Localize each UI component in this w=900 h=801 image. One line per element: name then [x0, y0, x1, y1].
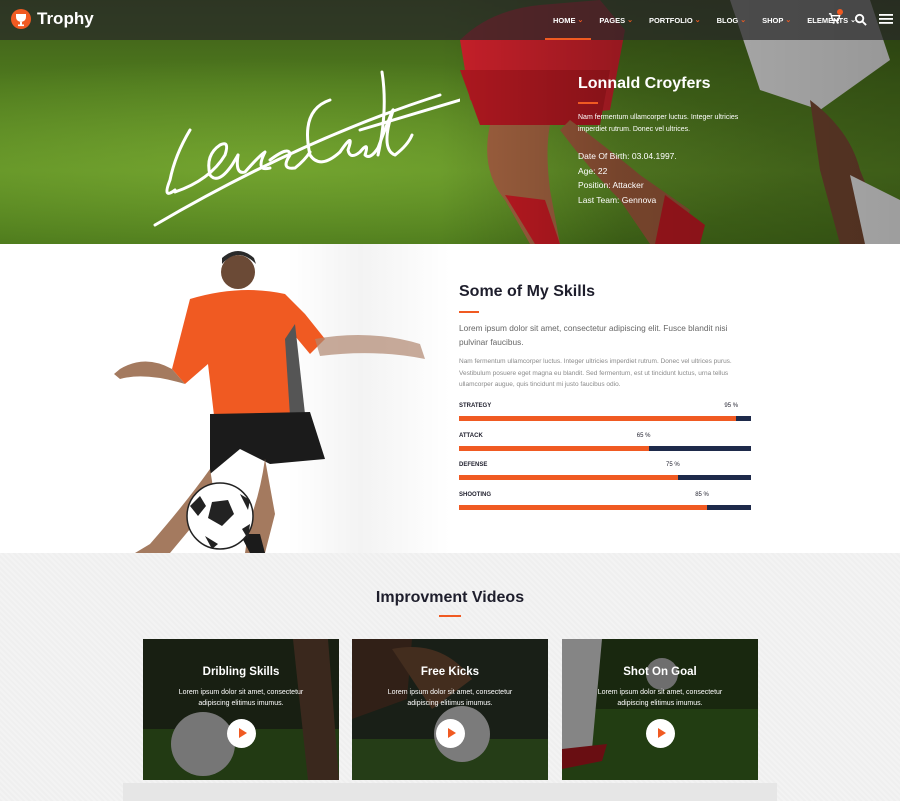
- improvement-videos-section: Improvment Videos Dribling Skills Lorem …: [0, 553, 900, 801]
- play-button[interactable]: [646, 719, 675, 748]
- nav-portfolio[interactable]: PORTFOLIO ⌄: [641, 0, 709, 40]
- video-card-dribbling[interactable]: Dribling Skills Lorem ipsum dolor sit am…: [143, 639, 339, 780]
- video-description: Lorem ipsum dolor sit amet, consectetur …: [387, 689, 513, 707]
- logo-text: Trophy: [37, 9, 94, 28]
- fact-age: Age: 22: [578, 165, 608, 176]
- nav-pages[interactable]: PAGES ⌄: [591, 0, 641, 40]
- nav-shop[interactable]: SHOP ⌄: [754, 0, 799, 40]
- player-description: Nam fermentum ullamcorper luctus. Intege…: [578, 114, 739, 133]
- skill-percent: 75 %: [666, 462, 680, 468]
- videos-title: Improvment Videos: [375, 589, 525, 606]
- hero-section: Trophy HOME ⌄ PAGES ⌄ PORTFOLIO ⌄ BLOG ⌄ SHO…: [0, 0, 900, 244]
- skill-defense: DEFENSE 75 %: [459, 461, 751, 491]
- skill-bar-fill: [459, 416, 737, 421]
- nav-blog-label: BLOG: [716, 15, 739, 25]
- video-title: Free Kicks: [420, 666, 480, 678]
- skill-percent: 85 %: [695, 491, 709, 498]
- video-card-shot-on-goal[interactable]: Shot On Goal Lorem ipsum dolor sit amet,…: [562, 639, 758, 780]
- chevron-down-icon: ⌄: [785, 17, 792, 24]
- fact-birth-date: Date Of Birth: 03.04.1997.: [578, 151, 677, 161]
- video-title: Dribling Skills: [202, 666, 280, 678]
- trophy-icon: [11, 9, 31, 29]
- nav-home[interactable]: HOME ⌄: [545, 0, 592, 40]
- skills-progress-list: STRATEGY 95 % ATTACK 65 % DEFENSE 75 % S…: [459, 402, 751, 520]
- skill-bar-track: [459, 416, 751, 421]
- nav-blog[interactable]: BLOG ⌄: [709, 0, 755, 40]
- skill-bar-track: [459, 475, 751, 480]
- search-icon[interactable]: [854, 13, 867, 26]
- nav-portfolio-label: PORTFOLIO: [648, 15, 693, 25]
- skills-accent-divider: [459, 311, 479, 313]
- skill-shooting: SHOOTING 85 %: [459, 491, 751, 521]
- skills-lead-text: Lorem ipsum dolor sit amet, consectetur …: [459, 323, 728, 347]
- video-overlay: [562, 639, 758, 780]
- video-overlay: [143, 639, 339, 780]
- fact-last-team: Last Team: Gennova: [578, 194, 657, 205]
- top-navigation-bar: Trophy HOME ⌄ PAGES ⌄ PORTFOLIO ⌄ BLOG ⌄ SHO…: [0, 0, 900, 40]
- bottom-strip: [123, 783, 777, 801]
- accent-divider: [578, 102, 598, 104]
- nav-pages-label: PAGES: [599, 15, 626, 25]
- play-button[interactable]: [436, 719, 465, 748]
- skills-intro: Some of My Skills Lorem ipsum dolor sit …: [459, 283, 751, 391]
- play-button[interactable]: [227, 719, 256, 748]
- skill-percent: 65 %: [636, 432, 651, 439]
- skills-body-text: Nam fermentum ullamcorper luctus. Intege…: [459, 358, 732, 388]
- fact-position: Position: Attacker: [578, 180, 644, 190]
- video-title: Shot On Goal: [623, 666, 697, 678]
- skill-strategy: STRATEGY 95 %: [459, 402, 751, 432]
- skills-player-image: [90, 244, 450, 553]
- skill-attack: ATTACK 65 %: [459, 432, 751, 462]
- skill-bar-track: [459, 445, 751, 451]
- video-card-free-kicks[interactable]: Free Kicks Lorem ipsum dolor sit amet, c…: [352, 639, 548, 780]
- skill-bar-fill: [459, 445, 649, 451]
- site-logo[interactable]: Trophy: [10, 8, 94, 30]
- player-facts: Date Of Birth: 03.04.1997. Age: 22 Posit…: [578, 149, 758, 207]
- chevron-down-icon: ⌄: [577, 17, 584, 24]
- signature-image: [153, 70, 460, 227]
- player-name: Lonnald Croyfers: [578, 75, 711, 92]
- cart-button[interactable]: [828, 9, 843, 26]
- main-menu: HOME ⌄ PAGES ⌄ PORTFOLIO ⌄ BLOG ⌄ SHOP ⌄ ELEM…: [545, 0, 864, 40]
- chevron-down-icon: ⌄: [740, 17, 747, 24]
- skill-name: DEFENSE: [459, 462, 488, 468]
- skill-name: STRATEGY: [459, 403, 492, 409]
- skill-name: SHOOTING: [459, 491, 492, 498]
- chevron-down-icon: ⌄: [694, 17, 701, 24]
- menu-icon[interactable]: [879, 13, 893, 25]
- player-profile: Lonnald Croyfers Nam fermentum ullamcorp…: [578, 75, 758, 207]
- skills-title: Some of My Skills: [459, 283, 596, 300]
- cart-count-badge: [837, 9, 843, 15]
- videos-accent-divider: [439, 615, 461, 617]
- nav-shop-label: SHOP: [762, 15, 784, 25]
- video-description: Lorem ipsum dolor sit amet, consectetur …: [597, 689, 723, 707]
- nav-icons: [828, 9, 893, 26]
- nav-home-label: HOME: [553, 15, 576, 25]
- skill-bar-fill: [459, 504, 708, 510]
- skill-name: ATTACK: [459, 432, 483, 439]
- video-overlay: [352, 639, 548, 780]
- chevron-down-icon: ⌄: [627, 17, 633, 24]
- skill-bar-fill: [459, 475, 678, 480]
- skill-bar-track: [459, 504, 751, 510]
- video-description: Lorem ipsum dolor sit amet, consectetur …: [178, 689, 304, 707]
- skill-percent: 95 %: [724, 403, 739, 409]
